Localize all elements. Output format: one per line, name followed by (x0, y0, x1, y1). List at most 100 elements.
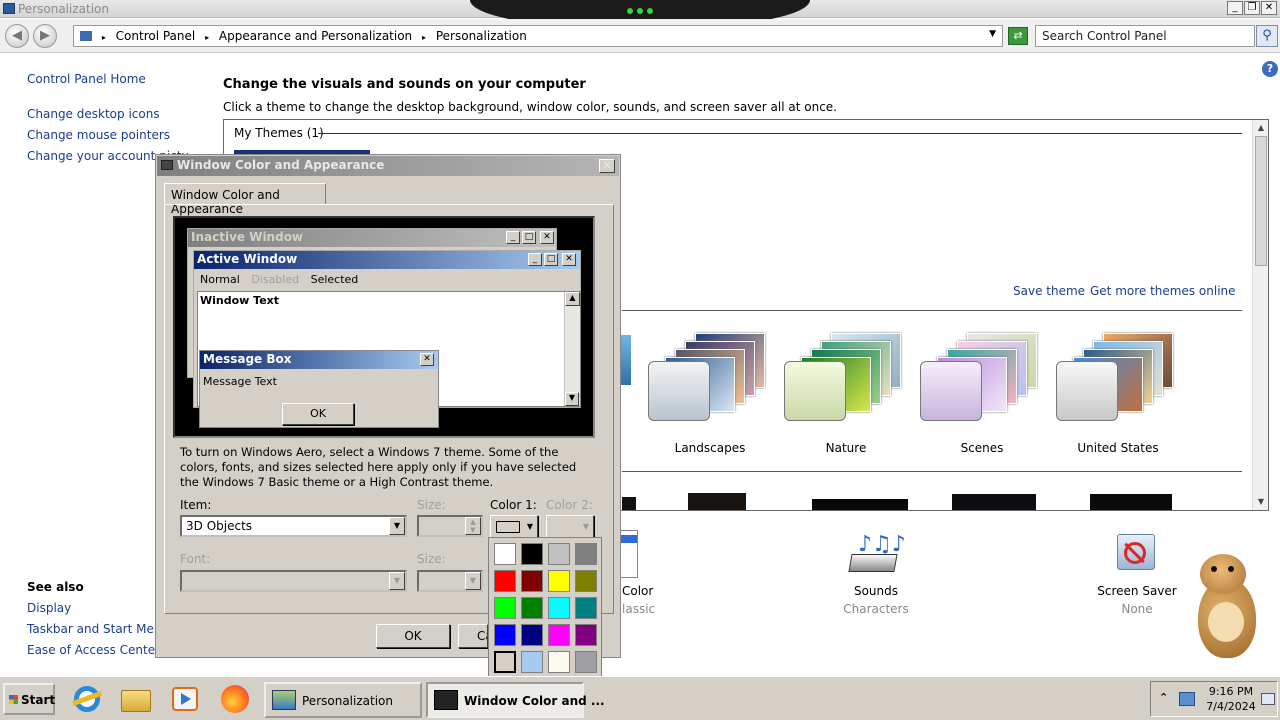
message-text: Message Text (203, 375, 277, 388)
color-swatch[interactable] (521, 651, 543, 673)
color-swatch[interactable] (548, 570, 570, 592)
item-select[interactable]: 3D Objects ▼ (180, 515, 407, 537)
tab-window-color[interactable]: Window Color and Appearance (164, 183, 326, 216)
aero-description: To turn on Windows Aero, select a Window… (180, 445, 577, 489)
color-swatch[interactable] (494, 651, 516, 673)
get-more-themes-link[interactable]: Get more themes online (1090, 284, 1236, 298)
personalization-app-icon (3, 3, 15, 14)
message-box-title: Message Box (200, 351, 438, 369)
ease-of-access-link[interactable]: Ease of Access Center (27, 643, 160, 657)
color-swatch[interactable] (548, 651, 570, 673)
network-icon[interactable] (1179, 692, 1195, 706)
taskbar-item-personalization[interactable]: Personalization (264, 682, 422, 718)
color1-label: Color 1: (490, 498, 537, 512)
item-dropdown-icon[interactable]: ▼ (389, 517, 405, 535)
theme-scenes[interactable]: Scenes (912, 327, 1052, 457)
taskbar-item-window-color[interactable]: Window Color and ... (426, 682, 605, 718)
close-button[interactable]: ✕ (1261, 1, 1277, 15)
color-swatch[interactable] (575, 543, 597, 565)
dialog-close-button[interactable]: ✕ (599, 159, 615, 173)
search-input[interactable]: Search Control Panel (1035, 25, 1255, 47)
preview-scrollbar[interactable]: ▲ ▼ (564, 292, 580, 406)
appearance-preview: Inactive Window _ □ ✕ Active Window _ □ … (173, 216, 595, 438)
message-ok-button[interactable]: OK (282, 403, 354, 425)
color-swatch[interactable] (494, 570, 516, 592)
menu-selected[interactable]: Selected (311, 273, 359, 286)
refresh-icon[interactable]: ⇄ (1008, 27, 1028, 45)
color-swatch[interactable] (521, 597, 543, 619)
show-hidden-icons-icon[interactable]: ⌃ (1159, 691, 1168, 704)
screen-saver-setting[interactable]: Screen Saver None (1096, 530, 1178, 616)
color-swatch[interactable] (521, 543, 543, 565)
color-swatch[interactable] (575, 597, 597, 619)
breadcrumb-control-panel[interactable]: Control Panel (116, 29, 196, 43)
screen-saver-value: None (1121, 602, 1153, 616)
theme-landscapes[interactable]: Landscapes (640, 327, 780, 457)
show-desktop-icon[interactable] (1261, 693, 1275, 705)
color-swatch[interactable] (575, 651, 597, 673)
forward-button[interactable]: ▶ (33, 24, 57, 48)
color-swatch[interactable] (548, 543, 570, 565)
monitor-task-icon (434, 690, 458, 710)
united-states-thumbnail (1056, 361, 1118, 421)
taskbar-item-label: Window Color and ... (464, 694, 605, 708)
theme-united-states[interactable]: United States (1048, 327, 1188, 457)
windows-logo-icon (9, 695, 18, 704)
taskbar-item-label: Personalization (302, 694, 393, 708)
change-mouse-pointers-link[interactable]: Change mouse pointers (27, 128, 170, 142)
theme-nature[interactable]: Nature (776, 327, 916, 457)
window-color-setting[interactable]: Color lassic (622, 584, 655, 616)
restore-button[interactable]: ❐ (1244, 1, 1260, 15)
color-swatch[interactable] (494, 543, 516, 565)
theme-peek (622, 497, 636, 510)
help-icon[interactable]: ? (1262, 61, 1278, 77)
clock-time[interactable]: 9:16 PM (1207, 685, 1255, 698)
font-dropdown-icon: ▼ (389, 572, 405, 590)
color-swatch[interactable] (548, 624, 570, 646)
save-theme-link[interactable]: Save theme (1013, 284, 1085, 298)
screen-saver-icon (1096, 530, 1178, 578)
ok-button[interactable]: OK (376, 624, 450, 648)
address-dropdown-icon[interactable]: ▼ (989, 29, 996, 39)
media-player-icon[interactable] (168, 682, 202, 716)
color-palette[interactable] (488, 537, 602, 677)
display-link[interactable]: Display (27, 601, 71, 615)
color-swatch[interactable] (494, 624, 516, 646)
message-box-preview[interactable]: Message Box ✕ Message Text OK (199, 350, 439, 428)
start-button[interactable]: Start (3, 683, 55, 715)
scenes-thumbnail (920, 361, 982, 421)
color1-swatch (496, 521, 520, 533)
clock-date[interactable]: 7/4/2024 (1205, 700, 1257, 713)
taskbar-start-menu-link[interactable]: Taskbar and Start Menu (27, 622, 169, 636)
color-swatch[interactable] (494, 597, 516, 619)
minimize-button[interactable]: _ (1227, 1, 1243, 15)
search-icon[interactable]: ⚲ (1256, 25, 1278, 47)
color-swatch[interactable] (548, 597, 570, 619)
taskbar: Start Personalization Window Color and .… (0, 676, 1280, 720)
back-button[interactable]: ◀ (5, 24, 29, 48)
color-swatch[interactable] (521, 624, 543, 646)
sounds-setting[interactable]: ♪♫♪ Sounds Characters (836, 530, 916, 616)
explorer-folder-icon[interactable] (119, 682, 153, 716)
cancel-button[interactable]: Ca (458, 624, 488, 648)
theme-peek (1090, 494, 1172, 510)
sounds-label: Sounds (853, 584, 899, 598)
internet-explorer-icon[interactable] (70, 682, 104, 716)
firefox-icon[interactable] (218, 682, 252, 716)
color1-button[interactable]: ▼ (490, 515, 538, 539)
color2-dropdown-icon: ▼ (582, 522, 589, 531)
change-desktop-icons-link[interactable]: Change desktop icons (27, 107, 160, 121)
color-swatch[interactable] (575, 624, 597, 646)
control-panel-home-link[interactable]: Control Panel Home (27, 72, 146, 86)
menu-normal[interactable]: Normal (200, 273, 240, 286)
color-swatch[interactable] (521, 570, 543, 592)
breadcrumb-personalization[interactable]: Personalization (436, 29, 527, 43)
breadcrumb-appearance[interactable]: Appearance and Personalization (219, 29, 412, 43)
font-size-label: Size: (417, 552, 446, 566)
theme-list-scrollbar[interactable]: ▲ ▼ (1252, 120, 1268, 510)
color-swatch[interactable] (575, 570, 597, 592)
size-label: Size: (417, 498, 446, 512)
address-bar[interactable]: ▸ Control Panel ▸ Appearance and Persona… (73, 25, 1003, 47)
font-label: Font: (180, 552, 211, 566)
theme-peek (952, 494, 1036, 510)
